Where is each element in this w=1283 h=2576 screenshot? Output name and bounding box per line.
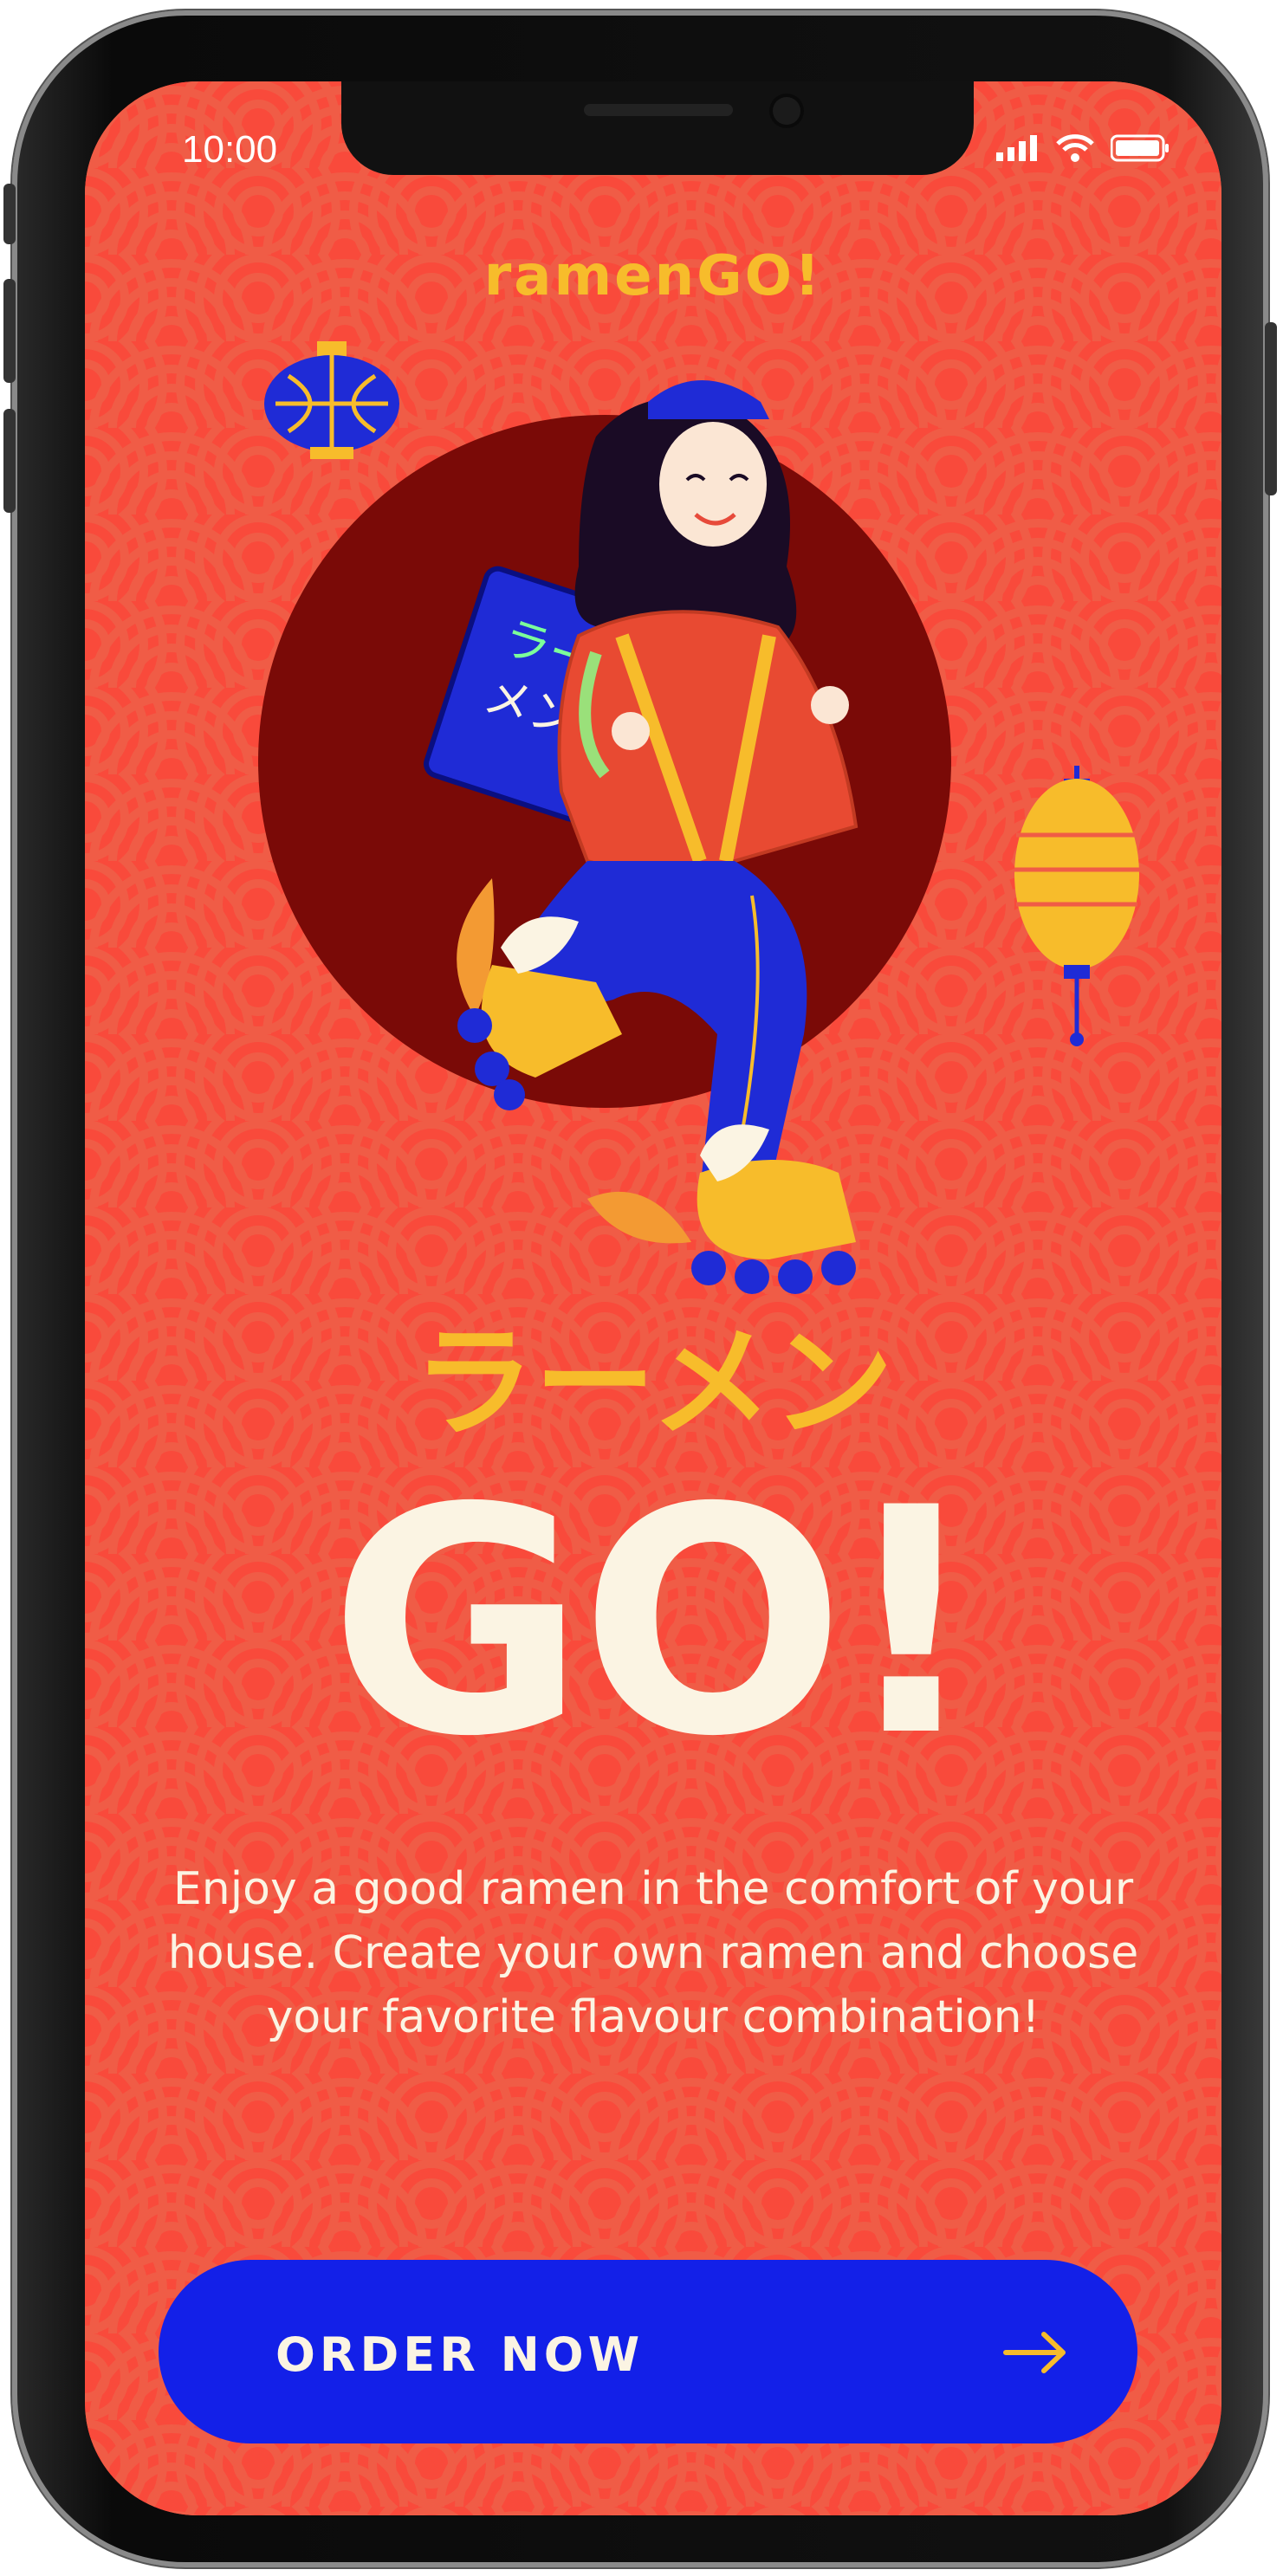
go-headline: GO!: [329, 1441, 982, 1804]
status-icons: [996, 133, 1170, 163]
camera-notch: [341, 81, 974, 175]
wifi-icon: [1056, 134, 1094, 162]
blue-lantern-icon: [264, 341, 399, 459]
ramen-skater-illustration: ラー メン: [258, 341, 1139, 1294]
leaf-decoration-icon: [587, 1191, 691, 1244]
volume-down-button: [3, 409, 16, 513]
brand-logo: ramenGO!: [483, 244, 823, 308]
signal-icon: [996, 135, 1037, 161]
order-now-label: ORDER NOW: [275, 2327, 645, 2382]
character-cap: [648, 380, 769, 419]
phone-frame: 10:00 ramenGO! ラー メン ラーメン GO! Enjoy a go…: [3, 10, 1277, 2567]
battery-icon: [1111, 134, 1169, 162]
app-screen: 10:00 ramenGO! ラー メン ラーメン GO! Enjoy a go…: [85, 81, 1221, 2515]
yellow-lantern-icon: [1014, 766, 1139, 1046]
volume-up-button: [3, 279, 16, 383]
character-face: [659, 422, 767, 547]
front-camera: [769, 94, 804, 128]
katakana-title: ラーメン: [412, 1313, 894, 1454]
app-description: Enjoy a good ramen in the comfort of you…: [167, 1863, 1139, 2043]
mute-switch: [3, 184, 16, 244]
speaker-grille: [584, 104, 733, 116]
status-time: 10:00: [182, 128, 278, 171]
arrow-right-icon: [1003, 2332, 1066, 2373]
order-now-button[interactable]: ORDER NOW: [159, 2260, 1137, 2443]
power-button: [1265, 322, 1277, 495]
